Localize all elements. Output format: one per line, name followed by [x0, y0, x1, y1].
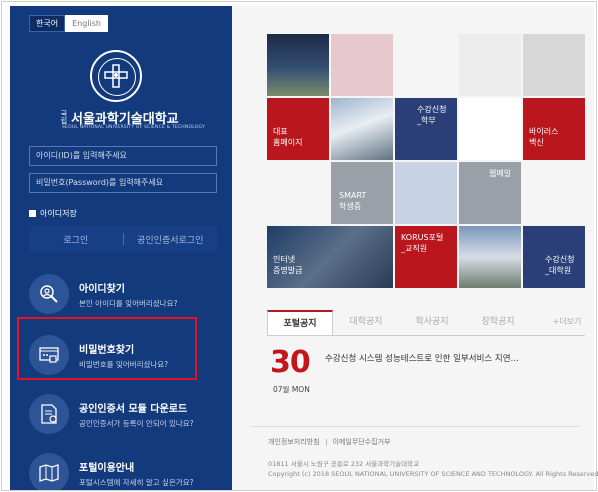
language-switch: 한국어 English — [29, 15, 108, 32]
university-prefix: 국립 — [60, 109, 68, 125]
tab-divider — [267, 335, 585, 336]
checkbox-icon — [29, 210, 36, 217]
tab-scholarship-notice[interactable]: 장학공지 — [465, 310, 531, 336]
find-id-menu[interactable]: 아이디찾기 본인 아이디를 잊어버리셨나요? — [29, 269, 217, 319]
decor-tile — [459, 98, 521, 160]
id-input[interactable]: 아이디(ID)를 입력해주세요 — [29, 146, 217, 166]
find-id-icon — [29, 274, 69, 314]
homepage-label: 대표 홈페이지 — [273, 127, 303, 147]
campus-photo-tile — [459, 226, 521, 288]
webmail-label: 웹메일 — [489, 169, 512, 178]
footer-divider — [250, 426, 580, 427]
footer-copyright: Copyright (c) 2018 SEOUL NATIONAL UNIVER… — [268, 470, 598, 478]
course-undergrad-label: 수강신청 _학부 — [417, 105, 447, 125]
cert-download-menu[interactable]: 공인인증서 모듈 다운로드 공인인증서가 등록이 안되어 있나요? — [29, 389, 217, 439]
cert-download-desc: 공인인증서가 등록이 안되어 있나요? — [79, 418, 194, 428]
footer-address: 01811 서울시 노원구 공릉로 232 서울과학기술대학교 — [268, 460, 420, 468]
virus-tile[interactable]: 바이러스 백신 — [523, 98, 585, 160]
notice-month: 07월 MON — [273, 385, 310, 394]
korus-tile[interactable]: KORUS포털 _교직원 — [395, 226, 457, 288]
divider — [325, 438, 327, 446]
notice-link[interactable]: 수강신청 시스템 성능테스트로 인한 일부서비스 지연… — [325, 352, 519, 364]
decor-tile — [459, 34, 521, 96]
campus-photo-tile — [267, 34, 329, 96]
login-panel: 한국어 English 국립 서울과학기술대학교 SEOUL NATIONAL … — [10, 6, 232, 490]
university-name-en: SEOUL NATIONAL UNIVERSITY OF SCIENCE & T… — [62, 125, 205, 130]
cert-download-title: 공인인증서 모듈 다운로드 — [79, 403, 188, 415]
cert-login-button[interactable]: 공인인증서로그인 — [124, 233, 218, 246]
save-id-checkbox[interactable]: 아이디저장 — [29, 208, 77, 219]
find-id-title: 아이디찾기 — [79, 283, 125, 295]
password-input[interactable]: 비밀번호(Password)를 입력해주세요 — [29, 173, 217, 193]
homepage-tile[interactable]: 대표 홈페이지 — [267, 98, 329, 160]
map-icon — [29, 453, 69, 490]
decor-tile — [395, 162, 457, 224]
lang-english-button[interactable]: English — [65, 15, 108, 32]
course-grad-label: 수강신청 _대학원 — [545, 255, 575, 275]
portal-guide-desc: 포털시스템에 자세히 알고 싶은가요? — [79, 477, 194, 487]
find-id-desc: 본인 아이디를 잊어버리셨나요? — [79, 298, 178, 308]
course-grad-tile[interactable]: 수강신청 _대학원 — [523, 226, 585, 288]
korus-label: KORUS포털 _교직원 — [401, 233, 444, 253]
tab-academic-notice[interactable]: 학사공지 — [399, 310, 465, 336]
tab-portal-notice[interactable]: 포털공지 — [267, 310, 333, 336]
university-emblem-icon — [90, 50, 142, 102]
decor-tile — [523, 34, 585, 96]
virus-label: 바이러스 백신 — [529, 127, 559, 147]
save-id-label: 아이디저장 — [40, 209, 77, 218]
notice-tabs: 포털공지 대학공지 학사공지 장학공지 +더보기 — [267, 310, 587, 336]
highlight-box — [17, 317, 197, 380]
building-photo-tile — [331, 98, 393, 160]
smart-card-tile[interactable]: SMART 학생증 — [331, 162, 393, 224]
email-policy-link[interactable]: 이메일무단수집거부 — [333, 437, 391, 447]
login-buttons: 로그인 공인인증서로그인 — [29, 226, 217, 252]
webmail-tile[interactable]: 웹메일 — [459, 162, 521, 224]
lang-korean-button[interactable]: 한국어 — [29, 15, 66, 32]
certificate-icon — [29, 394, 69, 434]
course-undergrad-tile[interactable]: 수강신청 _학부 — [395, 98, 457, 160]
tab-university-notice[interactable]: 대학공지 — [333, 310, 399, 336]
footer-links: 개인정보처리방침 이메일무단수집거부 — [268, 437, 391, 447]
decor-tile — [331, 34, 393, 96]
more-link[interactable]: +더보기 — [547, 310, 587, 336]
cert-issue-label: 인터넷 증명발급 — [273, 255, 303, 275]
portal-guide-title: 포털이용안내 — [79, 462, 135, 474]
privacy-policy-link[interactable]: 개인정보처리방침 — [268, 437, 320, 447]
cert-issue-tile[interactable]: 인터넷 증명발급 — [267, 226, 393, 288]
login-button[interactable]: 로그인 — [29, 233, 123, 246]
portal-guide-menu[interactable]: 포털이용안내 포털시스템에 자세히 알고 싶은가요? — [29, 448, 217, 490]
notice-day: 30 — [270, 345, 311, 380]
smart-card-label: SMART 학생증 — [339, 191, 367, 211]
